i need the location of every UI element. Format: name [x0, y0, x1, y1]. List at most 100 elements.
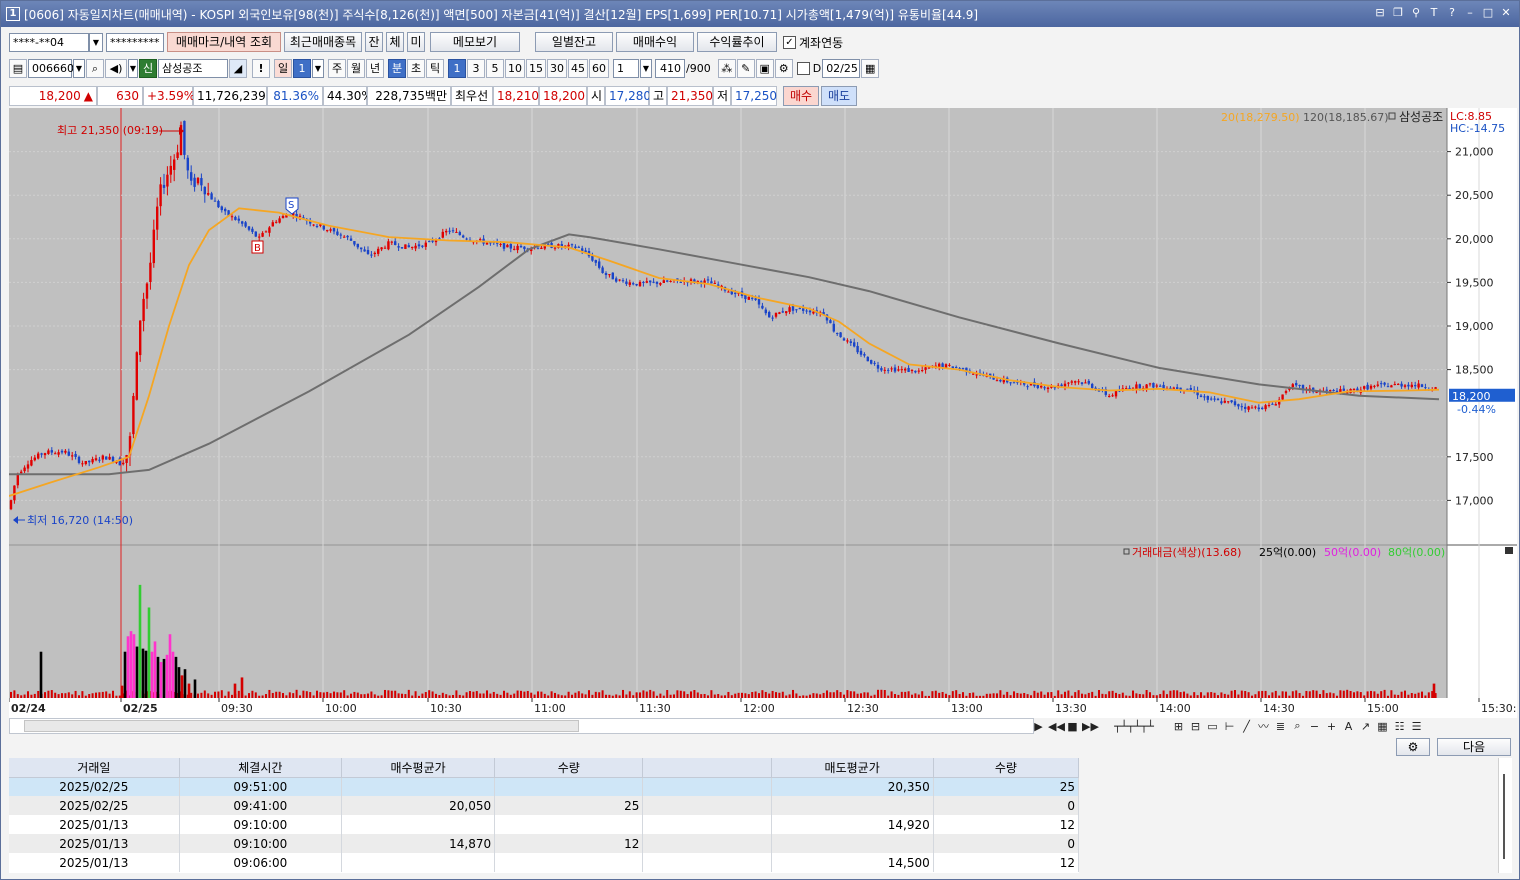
password-field[interactable]: ********* — [106, 32, 164, 52]
executed-toggle[interactable]: 체 — [386, 32, 404, 52]
text-tool-icon[interactable]: A — [1341, 720, 1356, 733]
wave-tool-icon[interactable]: 〰 — [1256, 718, 1271, 734]
period-month[interactable]: 월 — [347, 58, 365, 78]
account-select[interactable]: ****-**04 ▼ — [9, 32, 103, 52]
chart-scroll-thumb[interactable] — [24, 720, 579, 732]
magnify-icon[interactable]: ⌕ — [1290, 719, 1305, 733]
menu-icon[interactable]: ▤ — [9, 58, 27, 78]
table-row[interactable]: 2025/02/25 09:41:00 20,050 25 0 — [9, 796, 1080, 815]
chart-scrollbar[interactable] — [9, 718, 1034, 734]
column-header[interactable]: 매수평균가 — [341, 758, 496, 778]
data-count-field[interactable]: 410 — [655, 58, 685, 78]
gear-icon[interactable]: ⚙ — [774, 58, 793, 78]
daily-balance-button[interactable]: 일별잔고 — [535, 32, 613, 52]
close-icon[interactable]: ✕ — [1499, 5, 1513, 21]
link-icon[interactable]: ⊟ — [1373, 5, 1387, 21]
memo-button[interactable]: 메모보기 — [430, 32, 520, 52]
period-interval-3[interactable]: 3 — [467, 58, 485, 78]
chevron-down-icon[interactable]: ▼ — [640, 58, 652, 78]
stop-icon[interactable]: ■ — [1065, 720, 1080, 733]
period-interval-10[interactable]: 10 — [505, 58, 525, 78]
font-icon[interactable]: T — [1427, 5, 1441, 21]
period-interval-5[interactable]: 5 — [486, 58, 504, 78]
chevron-down-icon[interactable]: ▼ — [89, 32, 103, 52]
table-row[interactable]: 2025/02/25 09:51:00 20,350 25 — [9, 777, 1080, 796]
account-number-field[interactable]: ****-**04 — [9, 32, 89, 52]
speaker-icon[interactable]: ◀) — [105, 58, 127, 78]
column-header[interactable]: 거래일 — [9, 758, 180, 778]
fib-tool-icon[interactable]: ≣ — [1273, 720, 1288, 733]
chevron-down-icon[interactable]: ▼ — [73, 58, 85, 78]
trade-profit-button[interactable]: 매매수익 — [616, 32, 694, 52]
period-week[interactable]: 주 — [328, 58, 346, 78]
column-header[interactable]: 수량 — [494, 758, 644, 778]
profit-trend-button[interactable]: 수익률추이 — [697, 32, 777, 52]
fast-forward-icon[interactable]: ▶▶ — [1082, 720, 1099, 733]
table-row[interactable]: 2025/01/13 09:10:00 14,920 12 — [9, 815, 1080, 834]
chart-area[interactable]: 21,000 20,500 20,000 19,500 19,000 18,500 17,5… — [8, 108, 1520, 718]
balance-toggle[interactable]: 잔 — [365, 32, 383, 52]
table-icon[interactable]: ☷ — [1392, 720, 1407, 733]
arrow-tool-icon[interactable]: ↗ — [1358, 720, 1373, 733]
save-icon[interactable]: ▣ — [755, 58, 774, 78]
recent-items-button[interactable]: 최근매매종목 — [284, 32, 362, 52]
copy-icon[interactable]: ❐ — [1391, 5, 1405, 21]
search-icon[interactable]: ⌕ — [86, 58, 104, 78]
period-interval-1[interactable]: 1 — [448, 58, 466, 78]
settings-button[interactable]: ⚙ — [1396, 738, 1430, 756]
stock-code-field[interactable]: 006660 — [28, 58, 74, 78]
unfilled-toggle[interactable]: 미 — [407, 32, 425, 52]
column-header[interactable] — [642, 758, 772, 778]
help-icon[interactable]: ? — [1445, 5, 1459, 21]
period-interval-30[interactable]: 30 — [547, 58, 567, 78]
line-tool-icon[interactable]: ╱ — [1239, 720, 1254, 733]
buy-button[interactable]: 매수 — [783, 85, 819, 106]
sell-button[interactable]: 매도 — [821, 85, 857, 106]
settings-icon[interactable]: ☰ — [1409, 720, 1424, 733]
date-checkbox[interactable] — [796, 61, 810, 75]
window-icon[interactable]: ▭ — [1205, 720, 1220, 733]
rewind-icon[interactable]: ◀◀ — [1048, 720, 1065, 733]
next-button[interactable]: 다음 — [1437, 738, 1511, 756]
date-field[interactable]: 02/25 — [822, 58, 861, 78]
stock-name-field[interactable]: 삼성공조 — [158, 58, 228, 78]
color-picker-icon[interactable]: ◢ — [229, 58, 247, 78]
day-count-select[interactable]: 1 — [293, 58, 311, 78]
maximize-icon[interactable]: □ — [1481, 5, 1495, 21]
multiplier-field[interactable]: 1 — [613, 58, 639, 78]
alert-button[interactable]: ! — [252, 58, 270, 78]
layout-icon[interactable]: ⊞ — [1171, 720, 1186, 733]
minimize-icon[interactable]: – — [1463, 5, 1477, 21]
close-pane-icon[interactable] — [1505, 547, 1513, 554]
period-interval-60[interactable]: 60 — [589, 58, 609, 78]
grid-icon[interactable]: ▦ — [1375, 720, 1390, 733]
period-day[interactable]: 일 — [274, 58, 292, 78]
period-second[interactable]: 초 — [407, 58, 425, 78]
price-volume-chart[interactable]: 21,000 20,500 20,000 19,500 19,000 18,500 17,5… — [8, 108, 1520, 718]
calendar-icon[interactable]: ▦ — [861, 58, 880, 78]
column-header[interactable]: 체결시간 — [179, 758, 342, 778]
split-icon[interactable]: ⊟ — [1188, 720, 1203, 733]
zoom-slider[interactable]: ┬┴┬┴┬┴ — [1099, 720, 1169, 733]
trade-mark-button[interactable]: 매매마크/내역 조회 — [167, 32, 281, 52]
pin-icon[interactable]: ⚲ — [1409, 5, 1423, 21]
period-tick[interactable]: 틱 — [426, 58, 444, 78]
scroll-thumb[interactable] — [1503, 774, 1505, 859]
column-header[interactable]: 수량 — [933, 758, 1080, 778]
table-row[interactable]: 2025/01/13 09:10:00 14,870 12 0 — [9, 834, 1080, 853]
table-row[interactable]: 2025/01/13 09:06:00 14,500 12 — [9, 853, 1080, 872]
column-header[interactable]: 매도평균가 — [771, 758, 934, 778]
account-link-checkbox[interactable]: ✓ — [783, 35, 796, 49]
period-interval-15[interactable]: 15 — [526, 58, 546, 78]
indicator-icon[interactable]: ⁂ — [717, 58, 736, 78]
crosshair-icon[interactable]: ⊢ — [1222, 720, 1237, 733]
period-year[interactable]: 년 — [366, 58, 384, 78]
period-interval-45[interactable]: 45 — [568, 58, 588, 78]
table-vertical-scrollbar[interactable] — [1498, 758, 1512, 873]
scroll-right-icon[interactable]: ▶ — [1031, 720, 1046, 733]
draw-tool-icon[interactable]: ✎ — [736, 58, 755, 78]
zoom-out-icon[interactable]: − — [1307, 720, 1322, 733]
period-minute[interactable]: 분 — [388, 58, 406, 78]
zoom-in-icon[interactable]: + — [1324, 720, 1339, 733]
chevron-down-icon[interactable]: ▼ — [128, 58, 138, 78]
